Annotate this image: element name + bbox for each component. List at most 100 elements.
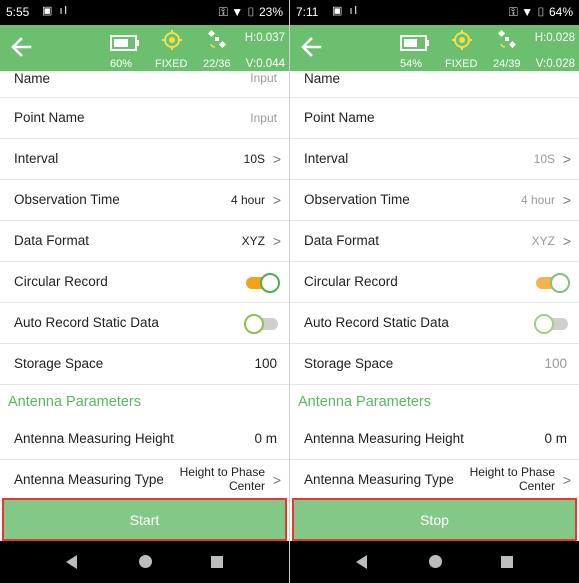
satellite-icon [208,30,226,48]
name-row[interactable]: Name Input [0,71,289,98]
chevron-right-icon: > [272,233,281,249]
status-right: ⚿ ▼ ▯ 23% [219,5,283,20]
observation-time-label: Observation Time [304,192,410,207]
point-name-row[interactable]: Point Name Input [0,98,289,139]
antenna-height-row[interactable]: Antenna Measuring Height 0 m [0,419,289,460]
horizontal-accuracy: H:0.028 [534,32,575,44]
nav-recents-icon[interactable] [211,556,223,568]
battery-icon [400,35,429,51]
android-nav-bar [0,541,289,583]
antenna-type-value: Height to Phase Center [470,465,555,493]
storage-space-label: Storage Space [14,356,104,371]
antenna-height-value[interactable]: 0 m [254,431,277,446]
auto-record-toggle[interactable] [244,314,280,334]
interval-row[interactable]: Interval 10S > [0,139,289,180]
notification-icons: ▣ ıl [332,5,359,17]
antenna-type-value-line2: Center [228,479,265,493]
circular-record-toggle [534,273,570,293]
data-format-label: Data Format [14,233,90,248]
stop-button[interactable]: Stop [292,498,577,541]
left-screen: 5:55 ▣ ıl ⚿ ▼ ▯ 23% 60% FIXED 22/36 H:0.… [0,0,289,583]
point-name-row: Point Name [290,98,579,139]
battery-status-percent: 64% [548,5,573,19]
battery-percent: 60% [110,58,133,70]
status-bar: 7:11 ▣ ıl ⚿ ▼ ▯ 64% [290,0,579,25]
circular-record-toggle[interactable] [244,273,280,293]
auto-record-row: Auto Record Static Data [290,303,579,344]
storage-space-row[interactable]: Storage Space 100 [0,344,289,385]
point-name-label: Point Name [14,110,85,125]
battery-status-icon: ▯ [246,5,256,19]
chevron-right-icon: > [562,472,571,488]
wifi-icon: ▼ [231,5,244,19]
antenna-height-label: Antenna Measuring Height [14,431,174,446]
observation-time-row: Observation Time 4 hour > [290,180,579,221]
antenna-type-row[interactable]: Antenna Measuring Type Height to Phase C… [290,460,579,501]
battery-status-icon: ▯ [536,5,546,19]
target-icon [162,30,182,50]
circular-record-row: Circular Record [290,262,579,303]
nav-back-icon[interactable] [66,555,77,569]
interval-value: 10S [533,152,555,166]
storage-space-label: Storage Space [304,356,394,371]
android-nav-bar [290,541,579,583]
storage-space-value[interactable]: 100 [254,356,277,371]
observation-time-value: 4 hour [230,193,265,207]
auto-record-label: Auto Record Static Data [14,315,159,330]
antenna-type-label: Antenna Measuring Type [304,472,454,487]
wifi-icon: ▼ [521,5,534,19]
chevron-right-icon: > [562,233,571,249]
chevron-right-icon: > [272,472,281,488]
status-right: ⚿ ▼ ▯ 64% [509,5,573,20]
observation-time-label: Observation Time [14,192,120,207]
satellite-count: 24/39 [493,58,521,70]
antenna-height-value[interactable]: 0 m [544,431,567,446]
vertical-accuracy: V:0.044 [245,58,285,70]
data-format-row[interactable]: Data Format XYZ > [0,221,289,262]
target-icon [452,30,472,50]
interval-row: Interval 10S > [290,139,579,180]
nav-back-icon[interactable] [356,555,367,569]
antenna-type-row[interactable]: Antenna Measuring Type Height to Phase C… [0,460,289,501]
back-arrow-icon[interactable] [298,33,326,61]
point-name-label: Point Name [304,110,375,125]
start-button[interactable]: Start [2,498,287,541]
data-format-row: Data Format XYZ > [290,221,579,262]
battery-percent: 54% [400,58,423,70]
antenna-section-header: Antenna Parameters [290,385,579,419]
name-row: Name [290,71,579,98]
antenna-height-row[interactable]: Antenna Measuring Height 0 m [290,419,579,460]
name-label: Name [14,71,51,86]
vertical-accuracy: V:0.028 [535,58,575,70]
circular-record-label: Circular Record [14,274,108,289]
interval-label: Interval [304,151,349,166]
back-arrow-icon[interactable] [8,33,36,61]
data-format-value: XYZ [531,234,555,248]
horizontal-accuracy: H:0.037 [244,32,285,44]
battery-status-percent: 23% [258,5,283,19]
antenna-type-value-line1: Height to Phase [179,465,265,479]
interval-label: Interval [14,151,59,166]
observation-time-row[interactable]: Observation Time 4 hour > [0,180,289,221]
data-format-label: Data Format [304,233,380,248]
vpn-key-icon: ⚿ [508,5,518,19]
auto-record-row: Auto Record Static Data [0,303,289,344]
vpn-key-icon: ⚿ [218,5,228,19]
point-name-input[interactable]: Input [250,111,277,125]
status-time: 7:11 [296,5,319,19]
auto-record-toggle [534,314,570,334]
nav-recents-icon[interactable] [501,556,513,568]
antenna-height-label: Antenna Measuring Height [304,431,464,446]
antenna-type-value-line1: Height to Phase [469,465,555,479]
nav-home-icon[interactable] [429,555,442,568]
nav-home-icon[interactable] [139,555,152,568]
circular-record-row: Circular Record [0,262,289,303]
interval-value: 10S [243,152,265,166]
antenna-section-title: Antenna Parameters [298,394,431,410]
name-input[interactable]: Input [250,71,277,85]
antenna-type-label: Antenna Measuring Type [14,472,164,487]
right-screen: 7:11 ▣ ıl ⚿ ▼ ▯ 64% 54% FIXED 24/39 H:0.… [290,0,579,583]
status-time: 5:55 [6,5,30,19]
chevron-right-icon: > [272,192,281,208]
notification-icons: ▣ ıl [42,5,69,17]
